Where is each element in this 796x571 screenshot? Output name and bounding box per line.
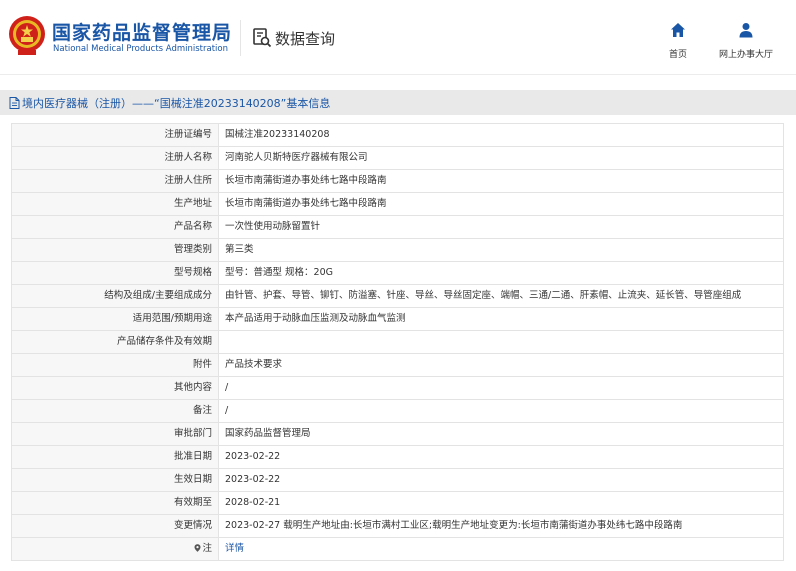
site-header: 国家药品监督管理局 National Medical Products Admi… (0, 0, 796, 72)
row-key: 注册人住所 (11, 169, 219, 193)
row-key: 结构及组成/主要组成成分 (11, 284, 219, 308)
table-row: 注 详情 (11, 537, 784, 561)
document-icon (9, 96, 20, 109)
header-divider (240, 20, 241, 56)
row-value: 国家药品监督管理局 (218, 422, 784, 446)
breadcrumb: 境内医疗器械（注册）——“国械注准20233140208”基本信息 (0, 90, 796, 115)
row-value: 长垣市南蒲街道办事处纬七路中段路南 (218, 169, 784, 193)
header-separator (0, 74, 796, 75)
row-value: 2028-02-21 (218, 491, 784, 515)
breadcrumb-text: 境内医疗器械（注册）——“国械注准20233140208”基本信息 (22, 96, 331, 110)
table-row: 附件 产品技术要求 (11, 353, 784, 377)
data-query-label: 数据查询 (275, 29, 336, 48)
table-row: 变更情况 2023-02-27 载明生产地址由:长垣市满村工业区;载明生产地址变… (11, 514, 784, 538)
row-value: 一次性使用动脉留置针 (218, 215, 784, 239)
row-key: 管理类别 (11, 238, 219, 262)
row-value: 型号：普通型 规格：20G (218, 261, 784, 285)
nav-home[interactable]: 首页 (660, 22, 696, 61)
table-row: 产品储存条件及有效期 (11, 330, 784, 354)
row-key: 其他内容 (11, 376, 219, 400)
table-row: 注册人住所 长垣市南蒲街道办事处纬七路中段路南 (11, 169, 784, 193)
row-key: 备注 (11, 399, 219, 423)
table-row: 批准日期 2023-02-22 (11, 445, 784, 469)
row-key: 有效期至 (11, 491, 219, 515)
row-key: 批准日期 (11, 445, 219, 469)
row-key: 注册证编号 (11, 123, 219, 147)
row-value: 产品技术要求 (218, 353, 784, 377)
row-value: 本产品适用于动脉血压监测及动脉血气监测 (218, 307, 784, 331)
brand-title-cn[interactable]: 国家药品监督管理局 (52, 18, 232, 45)
table-row: 备注 / (11, 399, 784, 423)
row-key-label: 注 (202, 543, 212, 554)
row-key: 变更情况 (11, 514, 219, 538)
row-value: 河南驼人贝斯特医疗器械有限公司 (218, 146, 784, 170)
table-row: 注册人名称 河南驼人贝斯特医疗器械有限公司 (11, 146, 784, 170)
row-value: 2023-02-22 (218, 468, 784, 492)
row-value: 国械注准20233140208 (218, 123, 784, 147)
table-row: 有效期至 2028-02-21 (11, 491, 784, 515)
row-key: 附件 (11, 353, 219, 377)
nav-home-label: 首页 (668, 50, 687, 60)
row-key: 注册人名称 (11, 146, 219, 170)
row-value: 由针管、护套、导管、铆钉、防溢塞、针座、导丝、导丝固定座、端帽、三通/二通、肝素… (218, 284, 784, 308)
user-icon (739, 23, 753, 38)
details-link[interactable]: 详情 (218, 537, 784, 561)
table-row: 审批部门 国家药品监督管理局 (11, 422, 784, 446)
row-key: 产品名称 (11, 215, 219, 239)
row-value: 第三类 (218, 238, 784, 262)
table-row: 其他内容 / (11, 376, 784, 400)
row-key: 生产地址 (11, 192, 219, 216)
row-value: 长垣市南蒲街道办事处纬七路中段路南 (218, 192, 784, 216)
table-row: 适用范围/预期用途 本产品适用于动脉血压监测及动脉血气监测 (11, 307, 784, 331)
nav-online-label: 网上办事大厅 (718, 50, 773, 60)
data-query-link[interactable]: 数据查询 (252, 26, 335, 50)
brand-title-en[interactable]: National Medical Products Administration (53, 44, 228, 54)
row-value: 2023-02-22 (218, 445, 784, 469)
national-emblem-icon[interactable] (8, 14, 46, 56)
table-row: 注册证编号 国械注准20233140208 (11, 123, 784, 147)
row-key: 适用范围/预期用途 (11, 307, 219, 331)
table-row: 生产地址 长垣市南蒲街道办事处纬七路中段路南 (11, 192, 784, 216)
row-key: 审批部门 (11, 422, 219, 446)
row-key: 型号规格 (11, 261, 219, 285)
row-value: 2023-02-27 载明生产地址由:长垣市满村工业区;载明生产地址变更为:长垣… (218, 514, 784, 538)
pin-icon (194, 544, 201, 552)
table-row: 结构及组成/主要组成成分 由针管、护套、导管、铆钉、防溢塞、针座、导丝、导丝固定… (11, 284, 784, 308)
home-icon (671, 23, 685, 37)
nav-online-service-hall[interactable]: 网上办事大厅 (710, 22, 782, 61)
row-key: 产品储存条件及有效期 (11, 330, 219, 354)
table-row: 生效日期 2023-02-22 (11, 468, 784, 492)
row-key: 生效日期 (11, 468, 219, 492)
row-value: / (218, 376, 784, 400)
registration-detail-table: 注册证编号 国械注准20233140208 注册人名称 河南驼人贝斯特医疗器械有… (11, 123, 784, 561)
row-value (218, 330, 784, 354)
row-value: / (218, 399, 784, 423)
table-row: 产品名称 一次性使用动脉留置针 (11, 215, 784, 239)
table-row: 管理类别 第三类 (11, 238, 784, 262)
table-row: 型号规格 型号：普通型 规格：20G (11, 261, 784, 285)
row-key-note: 注 (11, 537, 219, 561)
search-document-icon (253, 28, 272, 48)
